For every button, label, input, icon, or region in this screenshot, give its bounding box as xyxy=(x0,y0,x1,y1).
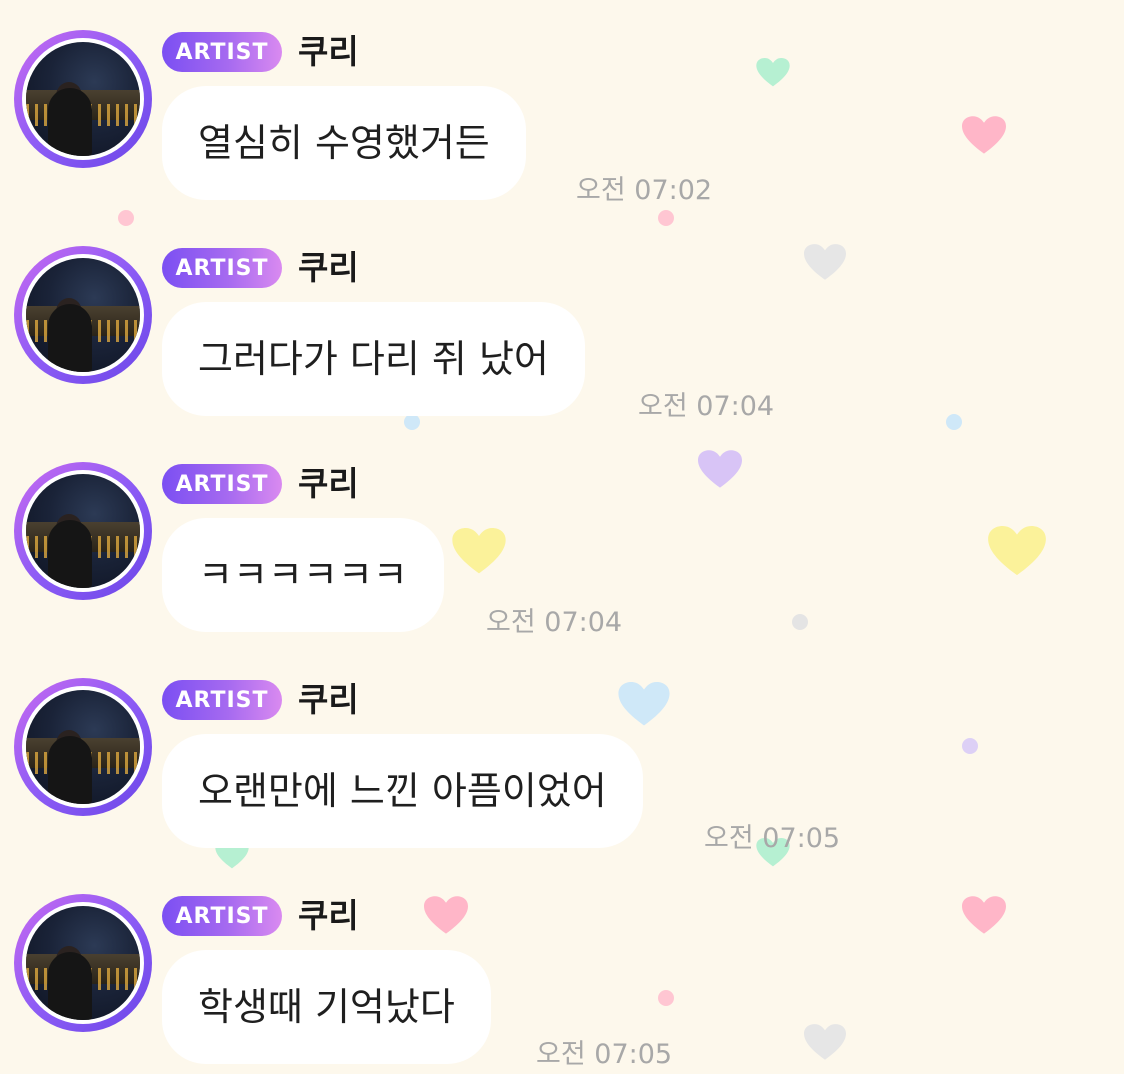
sender-name[interactable]: 쿠리 xyxy=(298,678,359,722)
avatar[interactable] xyxy=(14,462,152,600)
timestamp: 오전 07:02 xyxy=(576,175,713,206)
message-row: ARTIST 쿠리 열심히 수영했거든 오전 07:02 xyxy=(0,0,1124,210)
message-row: ARTIST 쿠리 학생때 기억났다 오전 07:05 xyxy=(0,864,1124,1074)
artist-badge: ARTIST xyxy=(162,464,282,504)
sender-name[interactable]: 쿠리 xyxy=(298,30,359,74)
artist-badge: ARTIST xyxy=(162,896,282,936)
message-row: ARTIST 쿠리 오랜만에 느낀 아픔이었어 오전 07:05 xyxy=(0,648,1124,858)
message-row: ARTIST 쿠리 그러다가 다리 쥐 났어 오전 07:04 xyxy=(0,216,1124,426)
message-bubble[interactable]: 그러다가 다리 쥐 났어 xyxy=(162,302,585,416)
artist-badge: ARTIST xyxy=(162,248,282,288)
artist-badge: ARTIST xyxy=(162,680,282,720)
avatar[interactable] xyxy=(14,894,152,1032)
message-bubble[interactable]: 오랜만에 느낀 아픔이었어 xyxy=(162,734,643,848)
artist-badge: ARTIST xyxy=(162,32,282,72)
timestamp: 오전 07:05 xyxy=(536,1039,673,1070)
sender-name[interactable]: 쿠리 xyxy=(298,462,359,506)
avatar[interactable] xyxy=(14,246,152,384)
timestamp: 오전 07:05 xyxy=(704,823,841,854)
message-row: ARTIST 쿠리 ㅋㅋㅋㅋㅋㅋ 오전 07:04 xyxy=(0,432,1124,642)
avatar[interactable] xyxy=(14,30,152,168)
avatar[interactable] xyxy=(14,678,152,816)
sender-name[interactable]: 쿠리 xyxy=(298,246,359,290)
message-bubble[interactable]: 열심히 수영했거든 xyxy=(162,86,526,200)
message-bubble[interactable]: ㅋㅋㅋㅋㅋㅋ xyxy=(162,518,444,632)
timestamp: 오전 07:04 xyxy=(638,391,775,422)
sender-name[interactable]: 쿠리 xyxy=(298,894,359,938)
timestamp: 오전 07:04 xyxy=(486,607,623,638)
message-bubble[interactable]: 학생때 기억났다 xyxy=(162,950,491,1064)
